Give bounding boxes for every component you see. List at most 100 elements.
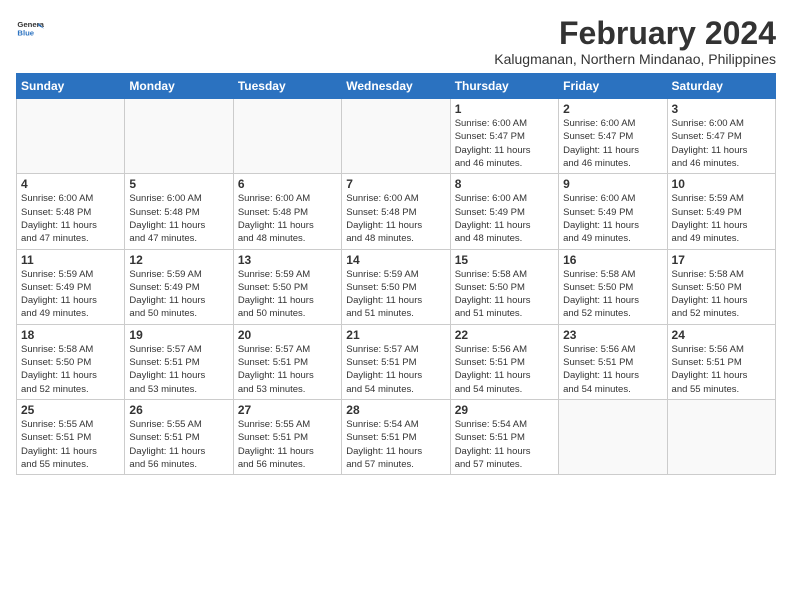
day-number: 25: [21, 403, 120, 417]
day-info: Sunrise: 5:57 AMSunset: 5:51 PMDaylight:…: [129, 343, 228, 396]
day-info: Sunrise: 5:56 AMSunset: 5:51 PMDaylight:…: [455, 343, 554, 396]
day-number: 17: [672, 253, 771, 267]
svg-text:Blue: Blue: [17, 29, 34, 38]
day-number: 1: [455, 102, 554, 116]
table-row: 3Sunrise: 6:00 AMSunset: 5:47 PMDaylight…: [667, 99, 775, 174]
day-number: 11: [21, 253, 120, 267]
day-number: 13: [238, 253, 337, 267]
day-info: Sunrise: 6:00 AMSunset: 5:49 PMDaylight:…: [455, 192, 554, 245]
day-info: Sunrise: 6:00 AMSunset: 5:47 PMDaylight:…: [563, 117, 662, 170]
page-container: General Blue February 2024 Kalugmanan, N…: [16, 16, 776, 475]
table-row: 7Sunrise: 6:00 AMSunset: 5:48 PMDaylight…: [342, 174, 450, 249]
table-row: 20Sunrise: 5:57 AMSunset: 5:51 PMDayligh…: [233, 324, 341, 399]
table-row: 14Sunrise: 5:59 AMSunset: 5:50 PMDayligh…: [342, 249, 450, 324]
week-row-3: 11Sunrise: 5:59 AMSunset: 5:49 PMDayligh…: [17, 249, 776, 324]
day-info: Sunrise: 5:59 AMSunset: 5:49 PMDaylight:…: [672, 192, 771, 245]
header-friday: Friday: [559, 74, 667, 99]
day-number: 26: [129, 403, 228, 417]
table-row: 5Sunrise: 6:00 AMSunset: 5:48 PMDaylight…: [125, 174, 233, 249]
day-info: Sunrise: 5:59 AMSunset: 5:49 PMDaylight:…: [21, 268, 120, 321]
day-info: Sunrise: 5:58 AMSunset: 5:50 PMDaylight:…: [563, 268, 662, 321]
logo: General Blue: [16, 16, 44, 44]
table-row: 28Sunrise: 5:54 AMSunset: 5:51 PMDayligh…: [342, 399, 450, 474]
day-number: 27: [238, 403, 337, 417]
table-row: [342, 99, 450, 174]
day-number: 6: [238, 177, 337, 191]
calendar-header-row: Sunday Monday Tuesday Wednesday Thursday…: [17, 74, 776, 99]
day-info: Sunrise: 6:00 AMSunset: 5:48 PMDaylight:…: [346, 192, 445, 245]
location-subtitle: Kalugmanan, Northern Mindanao, Philippin…: [494, 51, 776, 67]
table-row: 15Sunrise: 5:58 AMSunset: 5:50 PMDayligh…: [450, 249, 558, 324]
table-row: [667, 399, 775, 474]
calendar-table: Sunday Monday Tuesday Wednesday Thursday…: [16, 73, 776, 475]
week-row-4: 18Sunrise: 5:58 AMSunset: 5:50 PMDayligh…: [17, 324, 776, 399]
day-info: Sunrise: 5:54 AMSunset: 5:51 PMDaylight:…: [455, 418, 554, 471]
day-info: Sunrise: 6:00 AMSunset: 5:48 PMDaylight:…: [129, 192, 228, 245]
header: General Blue February 2024 Kalugmanan, N…: [16, 16, 776, 67]
table-row: [233, 99, 341, 174]
day-number: 14: [346, 253, 445, 267]
day-info: Sunrise: 5:55 AMSunset: 5:51 PMDaylight:…: [238, 418, 337, 471]
day-number: 12: [129, 253, 228, 267]
table-row: 11Sunrise: 5:59 AMSunset: 5:49 PMDayligh…: [17, 249, 125, 324]
day-info: Sunrise: 5:58 AMSunset: 5:50 PMDaylight:…: [672, 268, 771, 321]
day-number: 18: [21, 328, 120, 342]
day-number: 24: [672, 328, 771, 342]
table-row: 2Sunrise: 6:00 AMSunset: 5:47 PMDaylight…: [559, 99, 667, 174]
day-number: 23: [563, 328, 662, 342]
day-number: 20: [238, 328, 337, 342]
day-number: 28: [346, 403, 445, 417]
day-info: Sunrise: 5:58 AMSunset: 5:50 PMDaylight:…: [455, 268, 554, 321]
table-row: 22Sunrise: 5:56 AMSunset: 5:51 PMDayligh…: [450, 324, 558, 399]
table-row: 6Sunrise: 6:00 AMSunset: 5:48 PMDaylight…: [233, 174, 341, 249]
day-info: Sunrise: 6:00 AMSunset: 5:48 PMDaylight:…: [21, 192, 120, 245]
table-row: 1Sunrise: 6:00 AMSunset: 5:47 PMDaylight…: [450, 99, 558, 174]
day-number: 8: [455, 177, 554, 191]
day-info: Sunrise: 5:56 AMSunset: 5:51 PMDaylight:…: [672, 343, 771, 396]
day-info: Sunrise: 5:55 AMSunset: 5:51 PMDaylight:…: [21, 418, 120, 471]
table-row: 16Sunrise: 5:58 AMSunset: 5:50 PMDayligh…: [559, 249, 667, 324]
table-row: 26Sunrise: 5:55 AMSunset: 5:51 PMDayligh…: [125, 399, 233, 474]
day-info: Sunrise: 5:59 AMSunset: 5:50 PMDaylight:…: [346, 268, 445, 321]
day-number: 9: [563, 177, 662, 191]
week-row-5: 25Sunrise: 5:55 AMSunset: 5:51 PMDayligh…: [17, 399, 776, 474]
day-info: Sunrise: 6:00 AMSunset: 5:47 PMDaylight:…: [672, 117, 771, 170]
table-row: 24Sunrise: 5:56 AMSunset: 5:51 PMDayligh…: [667, 324, 775, 399]
day-number: 29: [455, 403, 554, 417]
day-number: 3: [672, 102, 771, 116]
day-info: Sunrise: 5:59 AMSunset: 5:50 PMDaylight:…: [238, 268, 337, 321]
header-sunday: Sunday: [17, 74, 125, 99]
table-row: 27Sunrise: 5:55 AMSunset: 5:51 PMDayligh…: [233, 399, 341, 474]
table-row: 18Sunrise: 5:58 AMSunset: 5:50 PMDayligh…: [17, 324, 125, 399]
table-row: 17Sunrise: 5:58 AMSunset: 5:50 PMDayligh…: [667, 249, 775, 324]
table-row: [125, 99, 233, 174]
table-row: 13Sunrise: 5:59 AMSunset: 5:50 PMDayligh…: [233, 249, 341, 324]
day-number: 2: [563, 102, 662, 116]
day-info: Sunrise: 5:56 AMSunset: 5:51 PMDaylight:…: [563, 343, 662, 396]
header-wednesday: Wednesday: [342, 74, 450, 99]
table-row: 23Sunrise: 5:56 AMSunset: 5:51 PMDayligh…: [559, 324, 667, 399]
table-row: 8Sunrise: 6:00 AMSunset: 5:49 PMDaylight…: [450, 174, 558, 249]
day-number: 19: [129, 328, 228, 342]
day-info: Sunrise: 5:54 AMSunset: 5:51 PMDaylight:…: [346, 418, 445, 471]
header-tuesday: Tuesday: [233, 74, 341, 99]
table-row: 9Sunrise: 6:00 AMSunset: 5:49 PMDaylight…: [559, 174, 667, 249]
day-info: Sunrise: 5:57 AMSunset: 5:51 PMDaylight:…: [346, 343, 445, 396]
day-info: Sunrise: 5:58 AMSunset: 5:50 PMDaylight:…: [21, 343, 120, 396]
table-row: [17, 99, 125, 174]
day-number: 16: [563, 253, 662, 267]
table-row: 4Sunrise: 6:00 AMSunset: 5:48 PMDaylight…: [17, 174, 125, 249]
day-number: 21: [346, 328, 445, 342]
day-info: Sunrise: 6:00 AMSunset: 5:49 PMDaylight:…: [563, 192, 662, 245]
month-year-title: February 2024: [494, 16, 776, 51]
table-row: 19Sunrise: 5:57 AMSunset: 5:51 PMDayligh…: [125, 324, 233, 399]
table-row: 12Sunrise: 5:59 AMSunset: 5:49 PMDayligh…: [125, 249, 233, 324]
week-row-1: 1Sunrise: 6:00 AMSunset: 5:47 PMDaylight…: [17, 99, 776, 174]
day-info: Sunrise: 5:57 AMSunset: 5:51 PMDaylight:…: [238, 343, 337, 396]
day-info: Sunrise: 5:59 AMSunset: 5:49 PMDaylight:…: [129, 268, 228, 321]
day-info: Sunrise: 6:00 AMSunset: 5:48 PMDaylight:…: [238, 192, 337, 245]
header-thursday: Thursday: [450, 74, 558, 99]
week-row-2: 4Sunrise: 6:00 AMSunset: 5:48 PMDaylight…: [17, 174, 776, 249]
day-number: 7: [346, 177, 445, 191]
day-info: Sunrise: 6:00 AMSunset: 5:47 PMDaylight:…: [455, 117, 554, 170]
